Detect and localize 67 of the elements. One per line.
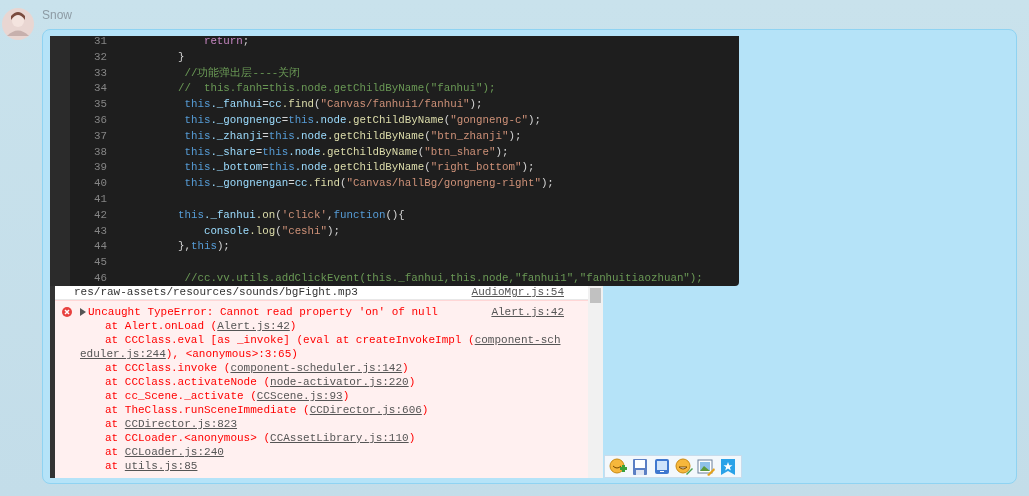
code-line: this._gongnengc=this.node.getChildByName("gongneng-c"); [184,113,541,128]
stack-trace-line: eduler.js:244), <anonymous>:3:65) [79,347,299,361]
stack-trace-line: at CCLoader.js:240 [104,445,225,459]
line-number: 37 [93,128,107,144]
line-number: 38 [93,144,107,160]
source-link[interactable]: CCLoader.js:240 [124,446,224,458]
code-line: return; [203,36,250,49]
code-line: this._gongnengan=cc.find("Canvas/hallBg/gongneng-right"); [184,176,554,192]
source-link[interactable]: Alert.js:42 [217,320,290,332]
code-line: this._share=this.node.getChildByName("btn_share"); [184,144,509,160]
avatar[interactable] [2,8,34,40]
stack-trace-line: at cc_Scene._activate (CCScene.js:93) [104,389,351,403]
star-bookmark-icon[interactable] [719,457,737,476]
line-number: 43 [93,223,107,239]
source-link[interactable]: AudioMgr.js:54 [471,286,564,299]
line-number: 44 [93,239,107,255]
sender-name: Snow [42,8,73,22]
line-number: 31 [93,36,107,49]
stack-trace-line: at CCClass.invoke (component-scheduler.js:142) [104,361,410,375]
source-link[interactable]: component-sch [474,334,561,346]
scrollbar[interactable] [588,286,603,478]
source-link[interactable]: CCDirector.js:823 [124,418,238,430]
code-line: this._zhanji=this.node.getChildByName("btn_zhanji"); [184,128,522,144]
line-number: 42 [93,207,107,223]
line-number: 35 [93,97,107,113]
source-link[interactable]: CCAssetLibrary.js:110 [270,432,409,444]
source-link[interactable]: component-scheduler.js:142 [230,362,403,374]
line-number: 32 [93,49,107,65]
line-number: 46 [93,270,107,286]
save-icon[interactable] [631,457,649,476]
add-emoji-icon[interactable] [609,457,627,476]
code-line: console.log("ceshi"); [203,223,340,239]
source-link[interactable]: eduler.js:244 [80,348,166,360]
source-link[interactable]: utils.js:85 [124,460,198,472]
line-number: 39 [93,160,107,176]
expand-arrow-icon[interactable] [80,308,86,316]
source-link[interactable]: CCDirector.js:606 [309,404,422,416]
log-message: res/raw-assets/resources/sounds/bgFight.mp3 [74,286,358,299]
stack-trace-line: at CCDirector.js:823 [104,417,239,431]
stack-trace-line: at CCLoader.<anonymous> (CCAssetLibrary.js:110) [104,431,417,445]
code-line: this._fanhui.on('click',function(){ [178,207,405,223]
source-link[interactable]: Alert.js:42 [491,305,564,319]
line-number: 33 [93,65,107,81]
line-number: 45 [93,255,107,271]
code-line: this._bottom=this.node.getChildByName("right_bottom"); [184,160,535,176]
line-number: 41 [93,191,107,207]
code-line: // this.fanh=this.node.getChildByName("fanhui"); [178,81,496,97]
image-edit-icon[interactable] [697,457,715,476]
monitor-icon[interactable] [653,457,671,476]
source-link[interactable]: node-activator.js:220 [270,376,409,388]
line-number: 34 [93,81,107,97]
stack-trace-line: at CCClass.activateNode (node-activator.js:220) [104,375,417,389]
stack-trace-line: at Alert.onLoad (Alert.js:42) [104,319,298,333]
code-line: } [178,49,185,65]
stack-trace-line: at TheClass.runSceneImmediate (CCDirector.js:606) [104,403,430,417]
source-link[interactable]: CCScene.js:93 [256,390,343,402]
edit-emoji-icon[interactable] [675,457,693,476]
line-number: 40 [93,176,107,192]
code-line: },this); [178,239,230,255]
error-icon [62,307,72,317]
line-number: 36 [93,113,107,128]
code-line: //功能弹出层----关闭 [184,65,301,81]
code-line: this._fanhui=cc.find("Canvas/fanhui1/fanhui"); [184,97,483,113]
stack-trace-line: at utils.js:85 [104,459,199,473]
error-message: Uncaught TypeError: Cannot read property 'on' of null [88,305,438,319]
stack-trace-line: at CCClass.eval [as _invoke] (eval at createInvokeImpl (component-sch [104,333,562,347]
code-line: //cc.vv.utils.addClickEvent(this._fanhui,this.node,"fanhui1","fanhuitiaozhuan"); [184,270,703,286]
